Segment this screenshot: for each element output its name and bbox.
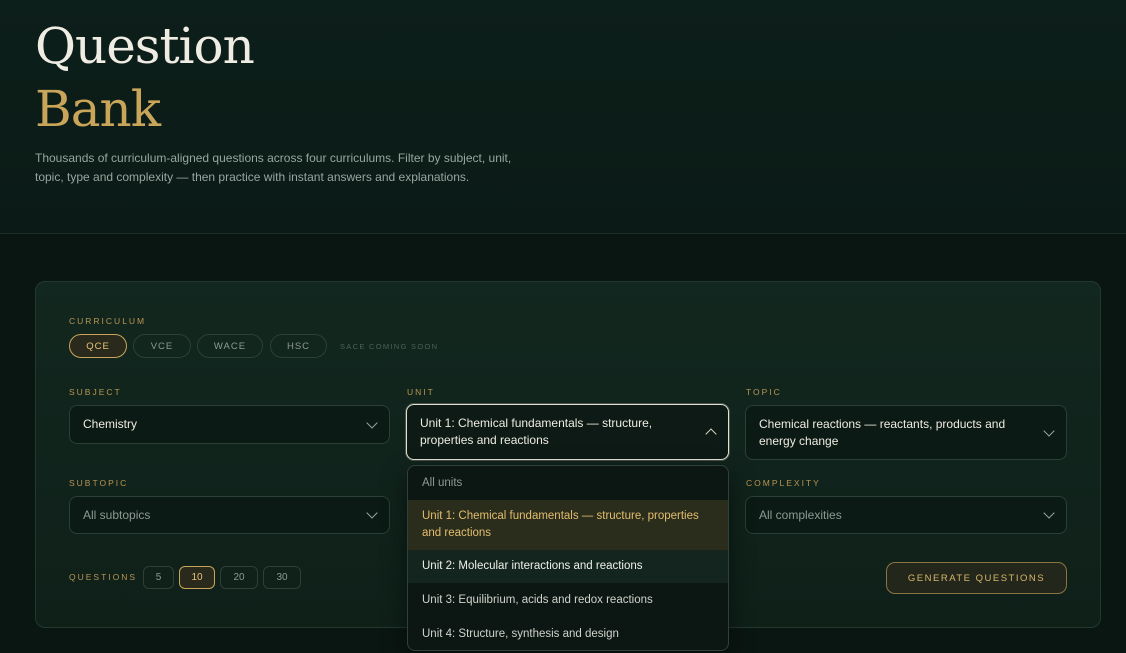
chevron-down-icon (1043, 424, 1055, 437)
subtopic-value: All subtopics (83, 507, 151, 522)
curriculum-label: CURRICULUM (69, 316, 147, 326)
subject-select[interactable]: Chemistry (69, 405, 390, 444)
unit-label: UNIT (407, 387, 435, 397)
questions-label: QUESTIONS (69, 572, 138, 582)
curriculum-option-vce[interactable]: VCE (133, 334, 191, 358)
curriculum-option-hsc[interactable]: HSC (270, 334, 327, 358)
unit-option-3[interactable]: Unit 3: Equilibrium, acids and redox rea… (408, 583, 728, 617)
questions-option-10[interactable]: 10 (179, 566, 215, 589)
subtopic-select[interactable]: All subtopics (69, 496, 390, 534)
complexity-value: All complexities (759, 507, 842, 522)
topic-select[interactable]: Chemical reactions — reactants, products… (745, 405, 1067, 460)
chevron-down-icon (366, 416, 378, 429)
topic-label: TOPIC (746, 387, 782, 397)
hero-section: Question Bank Thousands of curriculum-al… (0, 0, 1126, 234)
topic-value: Chemical reactions — reactants, products… (759, 416, 1006, 448)
complexity-label: COMPLEXITY (746, 478, 821, 488)
chevron-up-icon (705, 428, 717, 440)
page-title-line1: Question (35, 17, 255, 75)
unit-dropdown-menu: All units Unit 1: Chemical fundamentals … (407, 465, 729, 651)
subtopic-label: SUBTOPIC (69, 478, 129, 488)
questions-option-20[interactable]: 20 (220, 566, 258, 589)
unit-value: Unit 1: Chemical fundamentals — structur… (420, 416, 653, 447)
chevron-down-icon (1043, 507, 1055, 519)
subject-value: Chemistry (83, 417, 138, 431)
curriculum-option-wace[interactable]: WACE (197, 334, 263, 358)
unit-select[interactable]: Unit 1: Chemical fundamentals — structur… (406, 404, 729, 460)
generate-questions-button[interactable]: GENERATE QUESTIONS (886, 562, 1067, 594)
unit-option-2[interactable]: Unit 2: Molecular interactions and react… (408, 550, 728, 583)
questions-option-5[interactable]: 5 (143, 566, 174, 589)
sace-coming-soon-note: SACE COMING SOON (340, 342, 439, 351)
subject-label: SUBJECT (69, 387, 122, 397)
questions-option-30[interactable]: 30 (263, 566, 301, 589)
chevron-down-icon (366, 507, 378, 519)
unit-option-4[interactable]: Unit 4: Structure, synthesis and design (408, 617, 728, 650)
unit-option-all[interactable]: All units (408, 466, 728, 500)
curriculum-option-qce[interactable]: QCE (69, 334, 127, 358)
unit-option-1[interactable]: Unit 1: Chemical fundamentals — structur… (408, 500, 728, 550)
page-subtitle: Thousands of curriculum-aligned question… (35, 151, 512, 184)
page-title-line2: Bank (35, 80, 161, 138)
complexity-select[interactable]: All complexities (745, 496, 1067, 534)
